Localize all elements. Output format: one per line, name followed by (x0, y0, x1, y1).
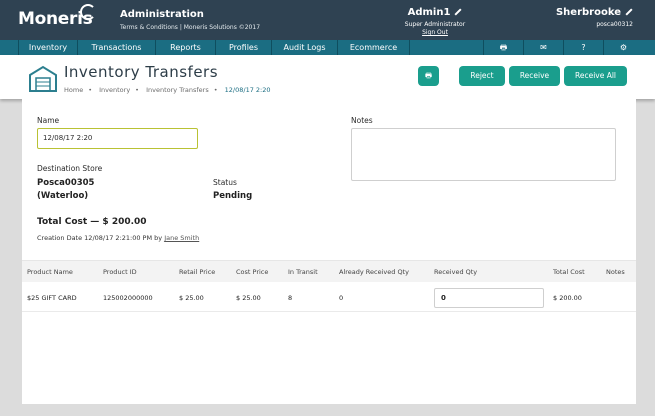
name-input[interactable]: 12/08/17 2:20 (37, 128, 198, 149)
col-received-qty: Received Qty (434, 268, 478, 276)
top-bar: Moneris Administration Terms & Condition… (0, 0, 655, 40)
notes-label: Notes (351, 116, 373, 125)
print-button[interactable]: 🖶 (418, 66, 439, 86)
cell-total-cost: $ 200.00 (553, 294, 582, 302)
warehouse-icon (29, 65, 57, 92)
status-label: Status (213, 178, 237, 187)
receive-all-button[interactable]: Receive All (564, 66, 627, 86)
name-label: Name (37, 116, 60, 125)
terms-link[interactable]: Terms & Conditions | Moneris Solutions ©… (120, 24, 260, 31)
nav-audit-logs[interactable]: Audit Logs (272, 40, 338, 55)
main-nav: Inventory Transactions Reports Profiles … (0, 40, 655, 55)
creation-info: Creation Date 12/08/17 2:21:00 PM by Jan… (37, 234, 199, 242)
breadcrumb-home[interactable]: Home (64, 86, 83, 94)
cell-product-name: $25 GIFT CARD (27, 294, 77, 302)
cell-retail-price: $ 25.00 (179, 294, 204, 302)
sign-out-link[interactable]: Sign Out (395, 29, 475, 36)
destination-store-city: (Waterloo) (37, 191, 89, 201)
store-id: posca00312 (596, 21, 633, 28)
store-selector[interactable]: Sherbrooke posca00312 (556, 7, 633, 28)
table-row: $25 GIFT CARD 125002000000 $ 25.00 $ 25.… (22, 282, 636, 312)
breadcrumb: Home • Inventory • Inventory Transfers • 12… (64, 86, 271, 94)
user-menu: Admin1 Super Administrator Sign Out (395, 7, 475, 36)
cell-in-transit: 8 (288, 294, 293, 302)
table-header: Product Name Product ID Retail Price Cos… (22, 260, 636, 282)
app-title: Administration (120, 9, 204, 20)
cell-product-id: 125002000000 (103, 294, 153, 302)
notes-textarea[interactable] (351, 128, 616, 181)
store-name[interactable]: Sherbrooke (556, 7, 633, 18)
printer-icon[interactable]: 🖶 (483, 40, 523, 55)
col-notes: Notes (606, 268, 625, 276)
transfer-details-card: Name 12/08/17 2:20 Notes Destination Sto… (22, 99, 636, 404)
nav-reports[interactable]: Reports (156, 40, 216, 55)
creation-date: Creation Date 12/08/17 2:21:00 PM by (37, 234, 163, 242)
col-in-transit: In Transit (288, 268, 318, 276)
col-cost-price: Cost Price (236, 268, 269, 276)
moneris-swirl-icon (80, 4, 96, 20)
destination-store-id: Posca00305 (37, 178, 95, 188)
col-product-id: Product ID (103, 268, 137, 276)
help-icon[interactable]: ? (563, 40, 603, 55)
mail-icon[interactable]: ✉ (523, 40, 563, 55)
col-total-cost: Total Cost (553, 268, 585, 276)
page-title: Inventory Transfers (64, 63, 219, 81)
nav-transactions[interactable]: Transactions (78, 40, 156, 55)
breadcrumb-inventory[interactable]: Inventory (99, 86, 130, 94)
total-cost: Total Cost — $ 200.00 (37, 217, 147, 227)
nav-ecommerce[interactable]: Ecommerce (338, 40, 410, 55)
cell-already-received: 0 (339, 294, 344, 302)
edit-pencil-icon[interactable] (625, 8, 633, 16)
page-header: Inventory Transfers Home • Inventory • Inv… (0, 55, 655, 99)
created-by-link[interactable]: Jane Smith (164, 234, 199, 242)
receive-button[interactable]: Receive (509, 66, 560, 86)
cell-cost-price: $ 25.00 (236, 294, 261, 302)
col-already-received: Already Received Qty (339, 268, 409, 276)
settings-icon[interactable]: ⚙ (603, 40, 643, 55)
breadcrumb-inventory-transfers[interactable]: Inventory Transfers (146, 86, 209, 94)
col-product-name: Product Name (27, 268, 73, 276)
breadcrumb-current: 12/08/17 2:20 (224, 86, 271, 94)
received-qty-input[interactable]: 0 (434, 288, 544, 308)
status-value: Pending (213, 191, 253, 201)
destination-store-label: Destination Store (37, 164, 103, 173)
user-name[interactable]: Admin1 (395, 7, 475, 18)
col-retail-price: Retail Price (179, 268, 216, 276)
nav-inventory[interactable]: Inventory (18, 40, 78, 55)
reject-button[interactable]: Reject (459, 66, 505, 86)
nav-profiles[interactable]: Profiles (216, 40, 272, 55)
user-role: Super Administrator (404, 21, 466, 28)
edit-pencil-icon[interactable] (454, 8, 462, 16)
